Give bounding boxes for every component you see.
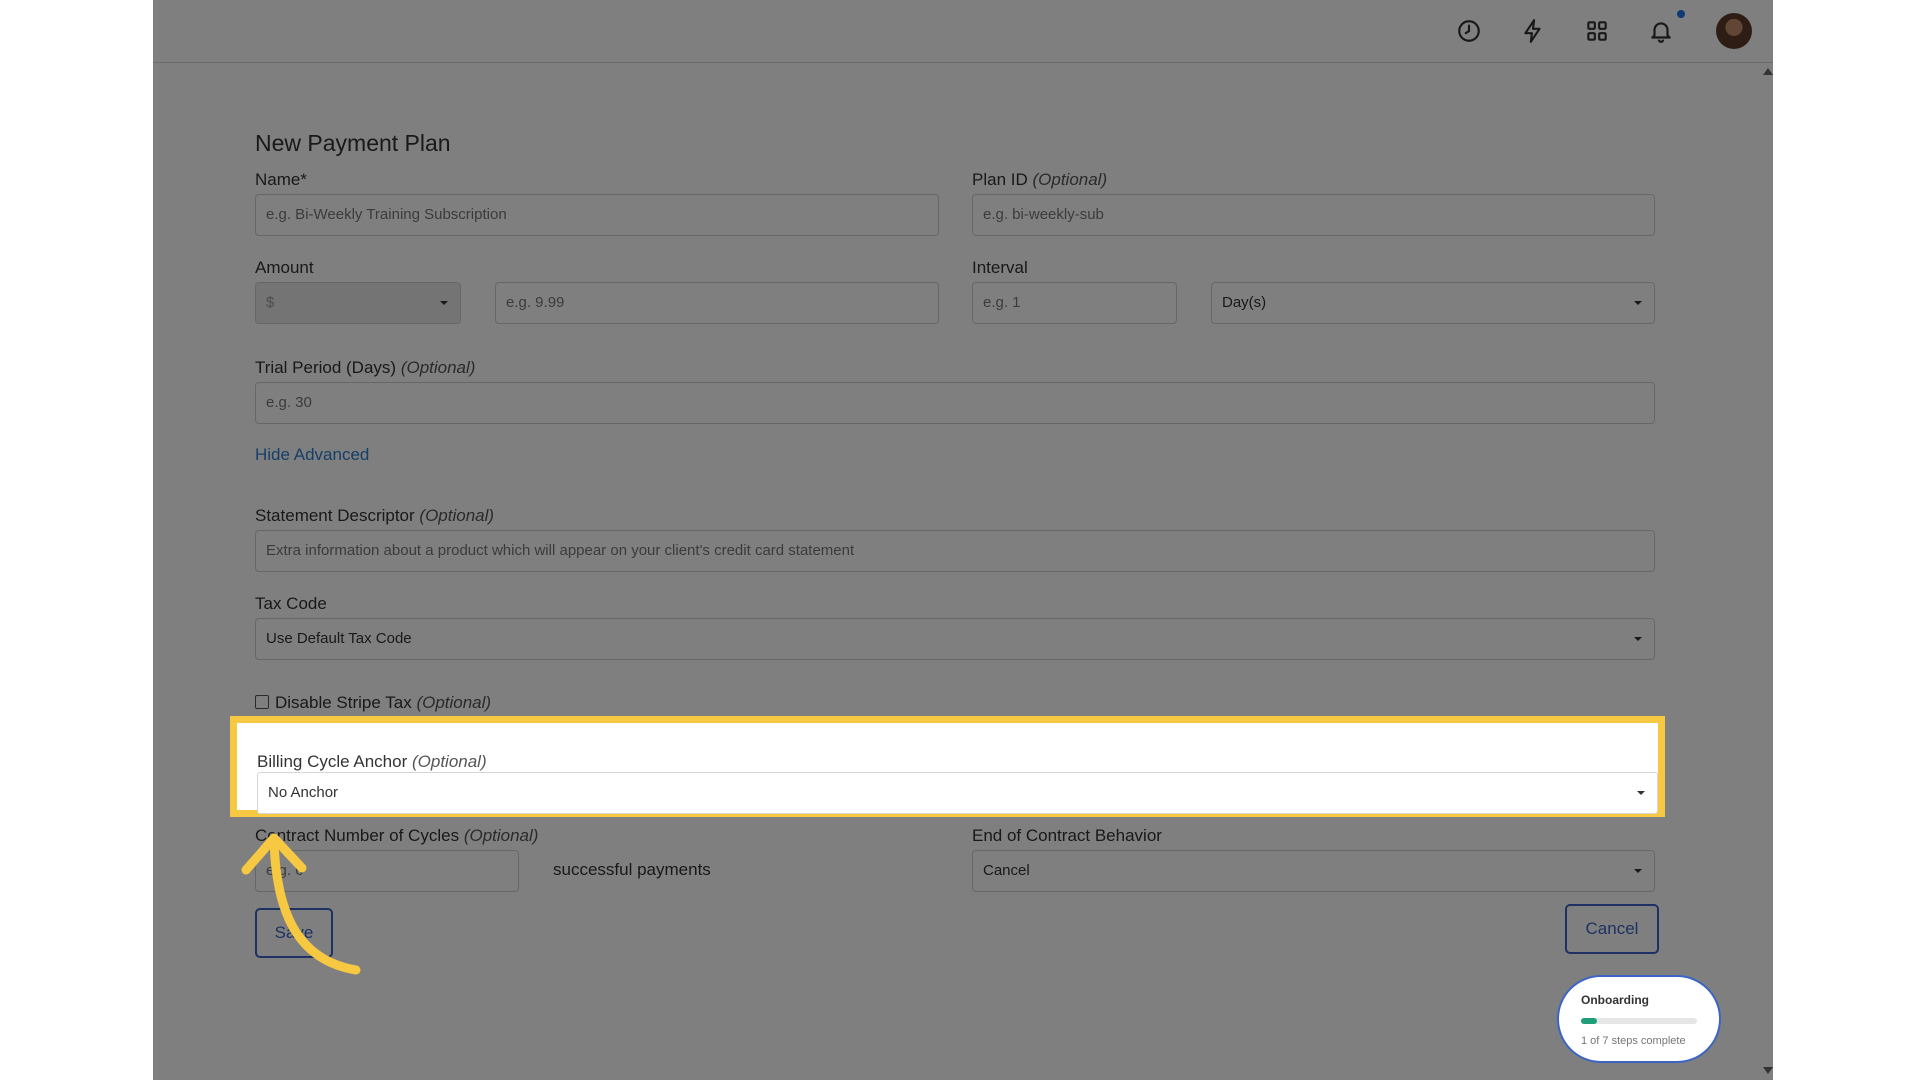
app-window: New Payment Plan Name* e.g. Bi-Weekly Tr… [153,0,1773,1080]
name-label: Name* [255,170,307,189]
amount-label: Amount [255,258,314,277]
billing-cycle-anchor-highlight: Billing Cycle Anchor (Optional) No Ancho… [230,716,1665,817]
hide-advanced-link[interactable]: Hide Advanced [255,445,369,465]
chevron-down-icon [1634,301,1642,305]
statement-input[interactable]: Extra information about a product which … [255,530,1655,572]
amount-input[interactable]: e.g. 9.99 [495,282,939,324]
billing-anchor-select[interactable]: No Anchor [257,772,1658,814]
currency-select[interactable]: $ [255,282,461,324]
successful-payments-text: successful payments [553,860,711,879]
interval-label: Interval [972,258,1028,277]
avatar[interactable] [1716,13,1752,49]
trial-label: Trial Period (Days) (Optional) [255,358,476,377]
chevron-down-icon [1637,791,1645,795]
onboarding-progress-fill [1581,1018,1598,1024]
bell-icon[interactable] [1647,17,1675,45]
scroll-up-arrow[interactable] [1763,68,1773,75]
disable-tax-checkbox[interactable] [255,695,269,709]
onboarding-widget[interactable]: Onboarding 1 of 7 steps complete [1557,975,1721,1063]
clock-icon[interactable] [1455,17,1483,45]
pointer-arrow-icon [241,833,361,975]
name-input[interactable]: e.g. Bi-Weekly Training Subscription [255,194,939,236]
notification-dot [1677,10,1685,18]
plan-id-input[interactable]: e.g. bi-weekly-sub [972,194,1655,236]
plan-id-label: Plan ID (Optional) [972,170,1108,189]
cancel-button[interactable]: Cancel [1565,904,1659,954]
trial-input[interactable]: e.g. 30 [255,382,1655,424]
end-contract-label: End of Contract Behavior [972,826,1162,845]
tax-code-select[interactable]: Use Default Tax Code [255,618,1655,660]
scroll-down-arrow[interactable] [1763,1067,1773,1074]
disable-tax-label: Disable Stripe Tax (Optional) [275,693,492,712]
tax-code-label: Tax Code [255,594,327,613]
end-contract-select[interactable]: Cancel [972,850,1655,892]
chevron-down-icon [440,301,448,305]
onboarding-progress-track [1581,1018,1697,1024]
top-bar [153,0,1773,63]
chevron-down-icon [1634,637,1642,641]
onboarding-progress-text: 1 of 7 steps complete [1581,1035,1686,1047]
interval-input[interactable]: e.g. 1 [972,282,1177,324]
grid-icon[interactable] [1583,17,1611,45]
interval-unit-select[interactable]: Day(s) [1211,282,1655,324]
page-title: New Payment Plan [255,130,451,156]
statement-label: Statement Descriptor (Optional) [255,506,495,525]
chevron-down-icon [1634,869,1642,873]
onboarding-title: Onboarding [1581,993,1649,1007]
billing-anchor-label: Billing Cycle Anchor (Optional) [257,752,487,771]
lightning-icon[interactable] [1519,17,1547,45]
